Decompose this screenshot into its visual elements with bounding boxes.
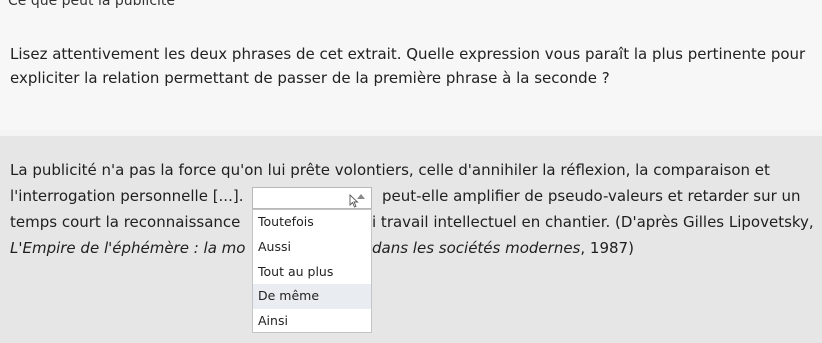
option-aussi[interactable]: Aussi: [253, 235, 371, 260]
passage-line-2-end: peut-elle amplifier de pseudo-valeurs et…: [382, 187, 801, 205]
option-tout-au-plus[interactable]: Tout au plus: [253, 260, 371, 285]
passage-line-4-end: dans les sociétés modernes, 1987): [372, 239, 634, 257]
book-title-end: dans les sociétés modernes: [372, 239, 581, 257]
passage-line-3-start: temps court la reconnaissance: [10, 213, 241, 231]
passage-line-4-start: L'Empire de l'éphémère : la mo: [10, 239, 246, 257]
passage-line-3-end: i travail intellectuel en chantier. (D'a…: [372, 213, 814, 231]
passage-box: La publicité n'a pas la force qu'on lui …: [0, 136, 822, 343]
caret-up-icon: [357, 194, 365, 199]
passage-line-1: La publicité n'a pas la force qu'on lui …: [10, 161, 770, 179]
question-text: Lisez attentivement les deux phrases de …: [10, 45, 806, 87]
publication-year: , 1987): [580, 239, 634, 257]
option-ainsi[interactable]: Ainsi: [253, 309, 371, 334]
option-toutefois[interactable]: Toutefois: [253, 210, 371, 235]
option-de-meme[interactable]: De même: [253, 284, 371, 310]
section-heading: Ce que peut la publicité: [8, 0, 176, 9]
passage-line-2-start: l'interrogation personnelle [...].: [10, 187, 244, 205]
connector-dropdown-list: Toutefois Aussi Tout au plus De même Ain…: [252, 209, 372, 333]
question-area: Ce que peut la publicité Lisez attentive…: [0, 0, 822, 130]
connector-select[interactable]: [252, 187, 372, 209]
